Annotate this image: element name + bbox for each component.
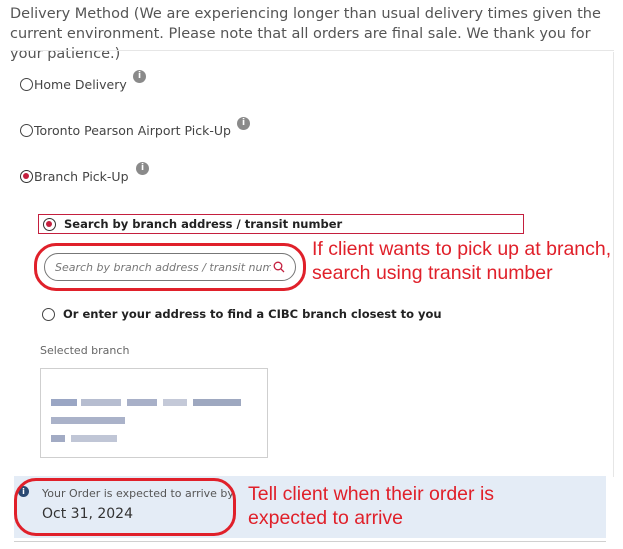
radio-button[interactable]: [42, 307, 55, 321]
branch-pickup-label: Branch Pick-Up: [34, 169, 129, 184]
search-annotation-text: If client wants to pick up at branch, se…: [312, 238, 612, 284]
radio-button[interactable]: [20, 124, 33, 137]
branch-pickup-option[interactable]: Branch Pick-Up: [20, 169, 129, 184]
redacted-text: [51, 399, 77, 406]
selected-branch-card: [40, 368, 268, 458]
selected-branch-label: Selected branch: [40, 344, 130, 357]
home-delivery-option[interactable]: Home Delivery: [20, 77, 127, 92]
info-icon[interactable]: i: [133, 70, 146, 83]
radio-button[interactable]: [20, 78, 33, 91]
search-by-branch-label: Search by branch address / transit numbe…: [64, 217, 343, 231]
address-search-label: Or enter your address to find a CIBC bra…: [63, 307, 442, 321]
delivery-method-header: Delivery Method (We are experiencing lon…: [10, 6, 601, 62]
redacted-text: [51, 435, 65, 442]
search-by-branch-option[interactable]: Search by branch address / transit numbe…: [38, 214, 524, 234]
info-icon[interactable]: i: [136, 162, 149, 175]
annotation-oval: [14, 478, 236, 536]
radio-button-selected[interactable]: [43, 217, 56, 231]
redacted-text: [51, 417, 125, 424]
redacted-text: [163, 399, 187, 406]
divider: [613, 52, 614, 477]
divider: [14, 541, 606, 542]
airport-pickup-option[interactable]: Toronto Pearson Airport Pick-Up: [20, 123, 231, 138]
home-delivery-label: Home Delivery: [34, 77, 127, 92]
redacted-text: [71, 435, 117, 442]
redacted-text: [193, 399, 241, 406]
arrival-annotation-text: Tell client when their order is expected…: [248, 483, 495, 529]
divider: [10, 50, 614, 51]
redacted-text: [81, 399, 121, 406]
airport-pickup-label: Toronto Pearson Airport Pick-Up: [34, 123, 231, 138]
redacted-text: [127, 399, 157, 406]
annotation-oval: [34, 243, 306, 291]
info-icon[interactable]: i: [237, 117, 250, 130]
address-search-option[interactable]: Or enter your address to find a CIBC bra…: [42, 307, 442, 321]
radio-button-selected[interactable]: [20, 170, 33, 183]
